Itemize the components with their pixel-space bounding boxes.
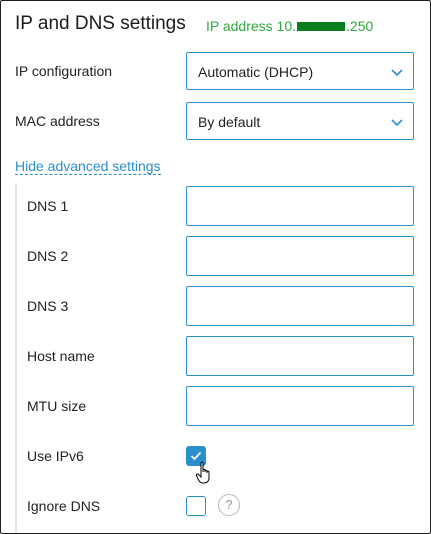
mtu-size-label: MTU size	[27, 398, 87, 414]
dns3-label: DNS 3	[27, 298, 69, 314]
dns3-input[interactable]	[186, 286, 414, 326]
mac-address-value: By default	[198, 114, 261, 130]
mac-address-label: MAC address	[15, 113, 100, 129]
ip-redaction-mask	[297, 21, 346, 31]
dns2-label: DNS 2	[27, 248, 69, 264]
checkmark-icon	[190, 451, 202, 461]
ip-status-prefix: IP address 10.	[206, 18, 297, 34]
section-title: IP and DNS settings	[15, 13, 186, 34]
host-name-input[interactable]	[186, 336, 414, 376]
ip-dns-settings-panel: IP and DNS settings IP address 10. .250 I…	[0, 0, 431, 534]
hide-advanced-settings-link[interactable]: Hide advanced settings	[15, 158, 161, 175]
chevron-down-icon	[391, 69, 403, 77]
ip-configuration-label: IP configuration	[15, 63, 113, 79]
chevron-down-icon	[391, 119, 403, 127]
dns1-label: DNS 1	[27, 198, 69, 214]
advanced-section-indent-bar	[15, 183, 17, 533]
dns2-input[interactable]	[186, 236, 414, 276]
ip-configuration-value: Automatic (DHCP)	[198, 64, 314, 80]
ip-address-status: IP address 10. .250	[206, 18, 373, 34]
ignore-dns-label: Ignore DNS	[27, 498, 101, 514]
use-ipv6-label: Use IPv6	[27, 448, 84, 464]
help-icon[interactable]: ?	[218, 494, 240, 516]
host-name-label: Host name	[27, 348, 95, 364]
ignore-dns-checkbox[interactable]	[186, 496, 206, 516]
hand-pointer-cursor-icon	[196, 461, 210, 484]
ip-status-suffix: .250	[346, 18, 374, 34]
ip-configuration-select[interactable]: Automatic (DHCP)	[186, 52, 414, 90]
mac-address-select[interactable]: By default	[186, 102, 414, 140]
section-header: IP and DNS settings IP address 10. .250	[15, 13, 425, 39]
dns1-input[interactable]	[186, 186, 414, 226]
mtu-size-input[interactable]	[186, 386, 414, 426]
